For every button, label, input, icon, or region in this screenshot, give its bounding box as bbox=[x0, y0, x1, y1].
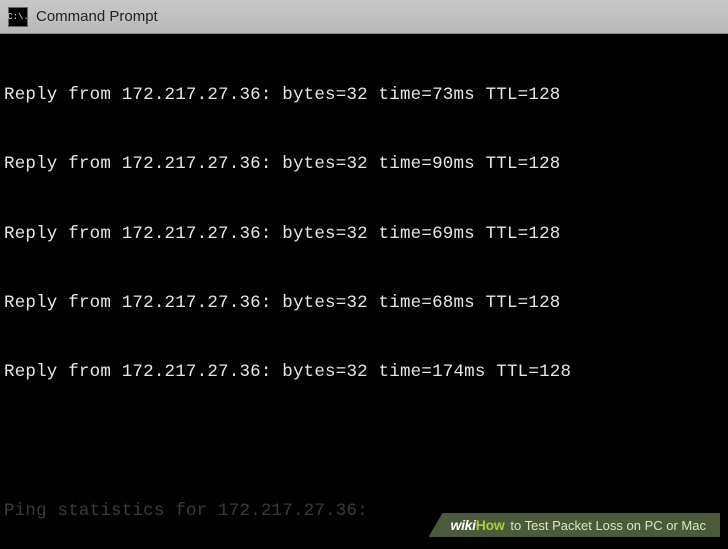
ping-reply-line: Reply from 172.217.27.36: bytes=32 time=… bbox=[4, 153, 724, 176]
brand-logo: wikiHow bbox=[451, 517, 505, 533]
cmd-icon: C:\. bbox=[8, 7, 28, 27]
command-prompt-window: C:\. Command Prompt Reply from 172.217.2… bbox=[0, 0, 728, 549]
blank-line bbox=[4, 431, 724, 454]
ping-reply-line: Reply from 172.217.27.36: bytes=32 time=… bbox=[4, 223, 724, 246]
terminal-output[interactable]: Reply from 172.217.27.36: bytes=32 time=… bbox=[0, 34, 728, 549]
ping-reply-line: Reply from 172.217.27.36: bytes=32 time=… bbox=[4, 292, 724, 315]
window-title: Command Prompt bbox=[36, 8, 158, 25]
titlebar[interactable]: C:\. Command Prompt bbox=[0, 0, 728, 34]
ping-reply-line: Reply from 172.217.27.36: bytes=32 time=… bbox=[4, 361, 724, 384]
ping-reply-line: Reply from 172.217.27.36: bytes=32 time=… bbox=[4, 84, 724, 107]
wikihow-watermark: wikiHow to Test Packet Loss on PC or Mac bbox=[429, 513, 721, 537]
article-title: to Test Packet Loss on PC or Mac bbox=[510, 518, 706, 533]
watermark-bar: wikiHow to Test Packet Loss on PC or Mac bbox=[429, 513, 721, 537]
highlight-region: Packets: Sent = 30, Received = 30, Lost … bbox=[4, 545, 724, 549]
